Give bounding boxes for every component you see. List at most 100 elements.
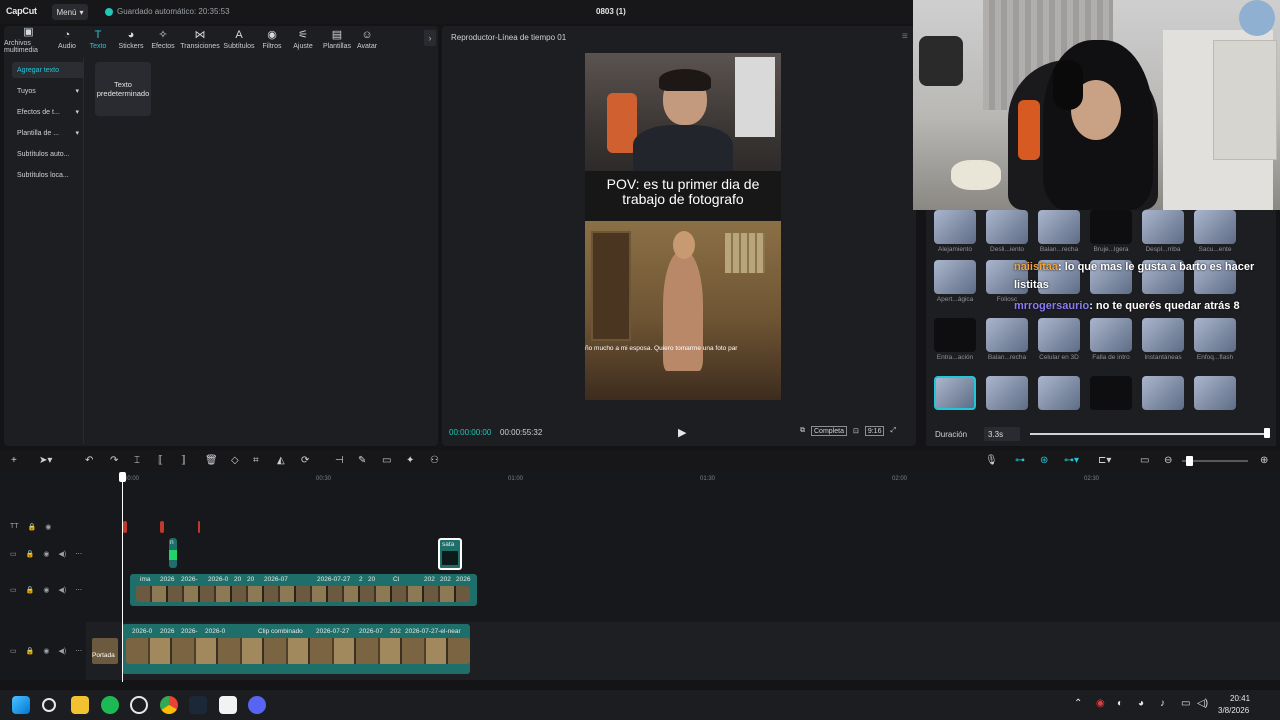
tab-text[interactable]: T Texto — [81, 26, 115, 54]
speaker-icon[interactable]: ◀) — [58, 550, 66, 558]
comment-icon[interactable]: ▭ — [1140, 455, 1149, 466]
split-left-icon[interactable]: ⟦ — [158, 455, 163, 466]
screenshot-icon[interactable]: ⊡ — [853, 427, 859, 435]
delete-icon[interactable]: 🗑 — [205, 455, 218, 466]
more-icon[interactable]: ⋯ — [75, 586, 82, 594]
sidebar-item-template[interactable]: Plantilla de ... ▾ — [12, 125, 84, 141]
speaker-icon[interactable]: ◀) — [58, 647, 66, 655]
zoom-fit-icon[interactable]: ⊕ — [1260, 455, 1268, 466]
chevron-up-icon[interactable]: ⌃ — [1074, 698, 1082, 709]
text-clip-marker[interactable] — [160, 521, 164, 533]
tab-transitions[interactable]: ⋈ Transiciones — [179, 26, 221, 54]
pen-icon[interactable]: ✎ — [358, 455, 366, 466]
effect-thumbnail[interactable] — [1142, 210, 1184, 244]
effect-thumbnail[interactable] — [986, 318, 1028, 352]
effect-thumbnail[interactable] — [1194, 318, 1236, 352]
menu-icon[interactable]: ≡ — [902, 31, 908, 42]
effect-thumbnail[interactable] — [1142, 318, 1184, 352]
effect-thumbnail[interactable] — [1090, 318, 1132, 352]
obs-icon[interactable] — [130, 696, 148, 714]
effect-thumbnail[interactable] — [1090, 376, 1132, 410]
lock-icon[interactable]: 🔒 — [26, 586, 35, 594]
tab-filters[interactable]: ◉ Filtros — [257, 26, 287, 54]
aspect-ratio-button[interactable]: 9:16 — [864, 426, 885, 436]
sidebar-item-add-text[interactable]: Agregar texto — [12, 62, 84, 78]
windows-start-icon[interactable] — [12, 696, 30, 714]
effect-thumbnail[interactable] — [1194, 376, 1236, 410]
mic-tray-icon[interactable]: ♪ — [1160, 698, 1165, 709]
zoom-handle[interactable] — [1186, 456, 1193, 466]
speaker-icon[interactable]: ◀) — [58, 586, 66, 594]
effect-thumbnail[interactable] — [934, 210, 976, 244]
duration-input[interactable]: 3.3s — [984, 427, 1020, 441]
app-tray-icon[interactable]: ◉ — [1096, 698, 1105, 709]
snap-icon[interactable]: ⊶▾ — [1064, 455, 1079, 466]
fullscreen-icon[interactable]: ⤢ — [890, 427, 896, 435]
sidebar-item-local-subtitles[interactable]: Subtítulos loca... — [12, 167, 84, 183]
zoom-out-icon[interactable]: ⊖ — [1164, 455, 1172, 466]
steam-tray-icon[interactable]: ◐ — [1117, 698, 1123, 709]
tab-audio[interactable]: ◔ Audio — [53, 26, 81, 54]
tab-subtitles[interactable]: A Subtítulos — [221, 26, 257, 54]
freeze-icon[interactable]: ⊣ — [335, 455, 344, 466]
steam-icon[interactable] — [189, 696, 207, 714]
discord-tray-icon[interactable]: ◕ — [1138, 698, 1144, 709]
effect-thumbnail[interactable] — [1038, 376, 1080, 410]
split-right-icon[interactable]: ⟧ — [181, 455, 186, 466]
effect-thumbnail[interactable] — [934, 260, 976, 294]
menu-button[interactable]: Menú ▾ — [52, 4, 88, 20]
sidebar-item-text-effects[interactable]: Efectos de t... ▾ — [12, 104, 84, 120]
sidebar-item-auto-subtitles[interactable]: Subtítulos auto... — [12, 146, 84, 162]
effect-thumbnail[interactable] — [986, 376, 1028, 410]
effect-thumbnail[interactable] — [934, 318, 976, 352]
frame-icon[interactable]: ▭ — [382, 455, 391, 466]
effect-thumbnail[interactable] — [934, 376, 976, 410]
eye-icon[interactable]: ◉ — [43, 586, 49, 594]
small-overlay-clip[interactable]: n — [169, 538, 177, 568]
mirror-icon[interactable]: ◭ — [277, 455, 285, 466]
effect-thumbnail[interactable] — [1038, 210, 1080, 244]
sidebar-item-yours[interactable]: Tuyos ▾ — [12, 83, 84, 99]
eye-icon[interactable]: ◉ — [43, 550, 49, 558]
text-clip-marker[interactable] — [123, 521, 127, 533]
lock-icon[interactable]: 🔒 — [28, 523, 37, 531]
playhead-handle[interactable] — [119, 472, 126, 482]
chevron-right-icon[interactable]: › — [424, 30, 436, 46]
cover-thumbnail[interactable] — [92, 638, 118, 664]
text-clip-marker[interactable] — [198, 521, 200, 533]
add-track-icon[interactable]: + — [11, 455, 17, 466]
link-icon[interactable]: ⊶ — [1015, 455, 1025, 466]
lock-icon[interactable]: 🔒 — [26, 647, 35, 655]
more-icon[interactable]: ⋯ — [75, 550, 82, 558]
video-preview[interactable]: POV: es tu primer dia de trabajo de foto… — [585, 53, 781, 400]
lock-icon[interactable]: 🔒 — [26, 550, 35, 558]
capcut-icon[interactable] — [219, 696, 237, 714]
effect-thumbnail[interactable] — [986, 210, 1028, 244]
crop-icon[interactable]: ⧉ — [800, 427, 805, 435]
eye-icon[interactable]: ◉ — [43, 647, 49, 655]
preview-axis-icon[interactable]: ⊏▾ — [1098, 455, 1111, 466]
shield-icon[interactable]: ◇ — [231, 455, 239, 466]
person-icon[interactable]: ⚇ — [430, 455, 439, 466]
magic-icon[interactable]: ✦ — [406, 455, 414, 466]
slider-handle[interactable] — [1264, 428, 1270, 438]
tab-avatar[interactable]: ☺ Avatar — [355, 26, 379, 54]
play-icon[interactable]: ▶ — [678, 426, 686, 439]
tab-templates[interactable]: ▤ Plantillas — [319, 26, 355, 54]
tab-adjust[interactable]: ⚟ Ajuste — [287, 26, 319, 54]
rotate-icon[interactable]: ⟳ — [301, 455, 309, 466]
effect-thumbnail[interactable] — [1194, 210, 1236, 244]
search-icon[interactable] — [42, 698, 56, 712]
chrome-icon[interactable] — [160, 696, 178, 714]
more-icon[interactable]: ⋯ — [75, 647, 82, 655]
tab-media[interactable]: ▣ Archivos multimedia — [4, 26, 53, 54]
selected-overlay-clip[interactable]: sata — [438, 538, 462, 570]
microphone-icon[interactable]: 🎙 — [985, 455, 998, 466]
tab-stickers[interactable]: ◕ Stickers — [115, 26, 147, 54]
split-icon[interactable]: ⌶ — [134, 455, 140, 466]
redo-icon[interactable]: ↷ — [110, 455, 118, 466]
file-explorer-icon[interactable] — [71, 696, 89, 714]
magnet-icon[interactable]: ⊛ — [1040, 455, 1048, 466]
playhead[interactable] — [122, 472, 123, 682]
eye-icon[interactable]: ◉ — [45, 523, 51, 531]
